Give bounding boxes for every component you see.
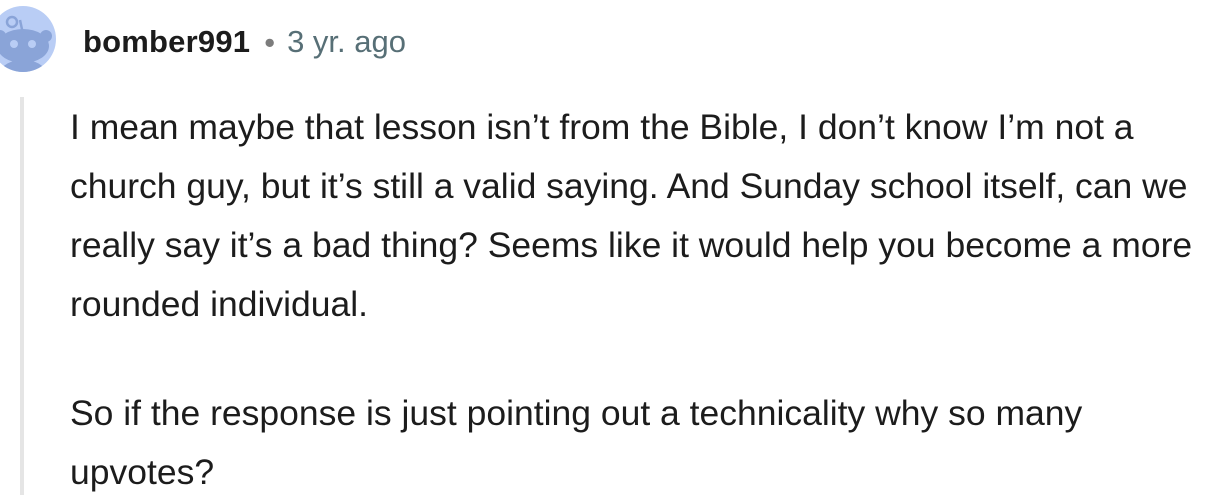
timestamp-link[interactable]: 3 yr. ago [287,24,406,60]
default-snoo-avatar-icon [0,15,52,72]
comment-paragraph: So if the response is just pointing out … [70,393,1083,492]
comment: bomber991 • 3 yr. ago I mean maybe that … [0,0,1226,495]
comment-header: bomber991 • 3 yr. ago [83,20,406,64]
separator-dot: • [264,24,276,60]
comment-body: I mean maybe that lesson isn’t from the … [70,98,1220,502]
thread-line[interactable] [20,97,24,495]
comment-paragraph: I mean maybe that lesson isn’t from the … [70,107,1193,324]
username-link[interactable]: bomber991 [83,24,250,60]
avatar[interactable] [0,6,56,72]
